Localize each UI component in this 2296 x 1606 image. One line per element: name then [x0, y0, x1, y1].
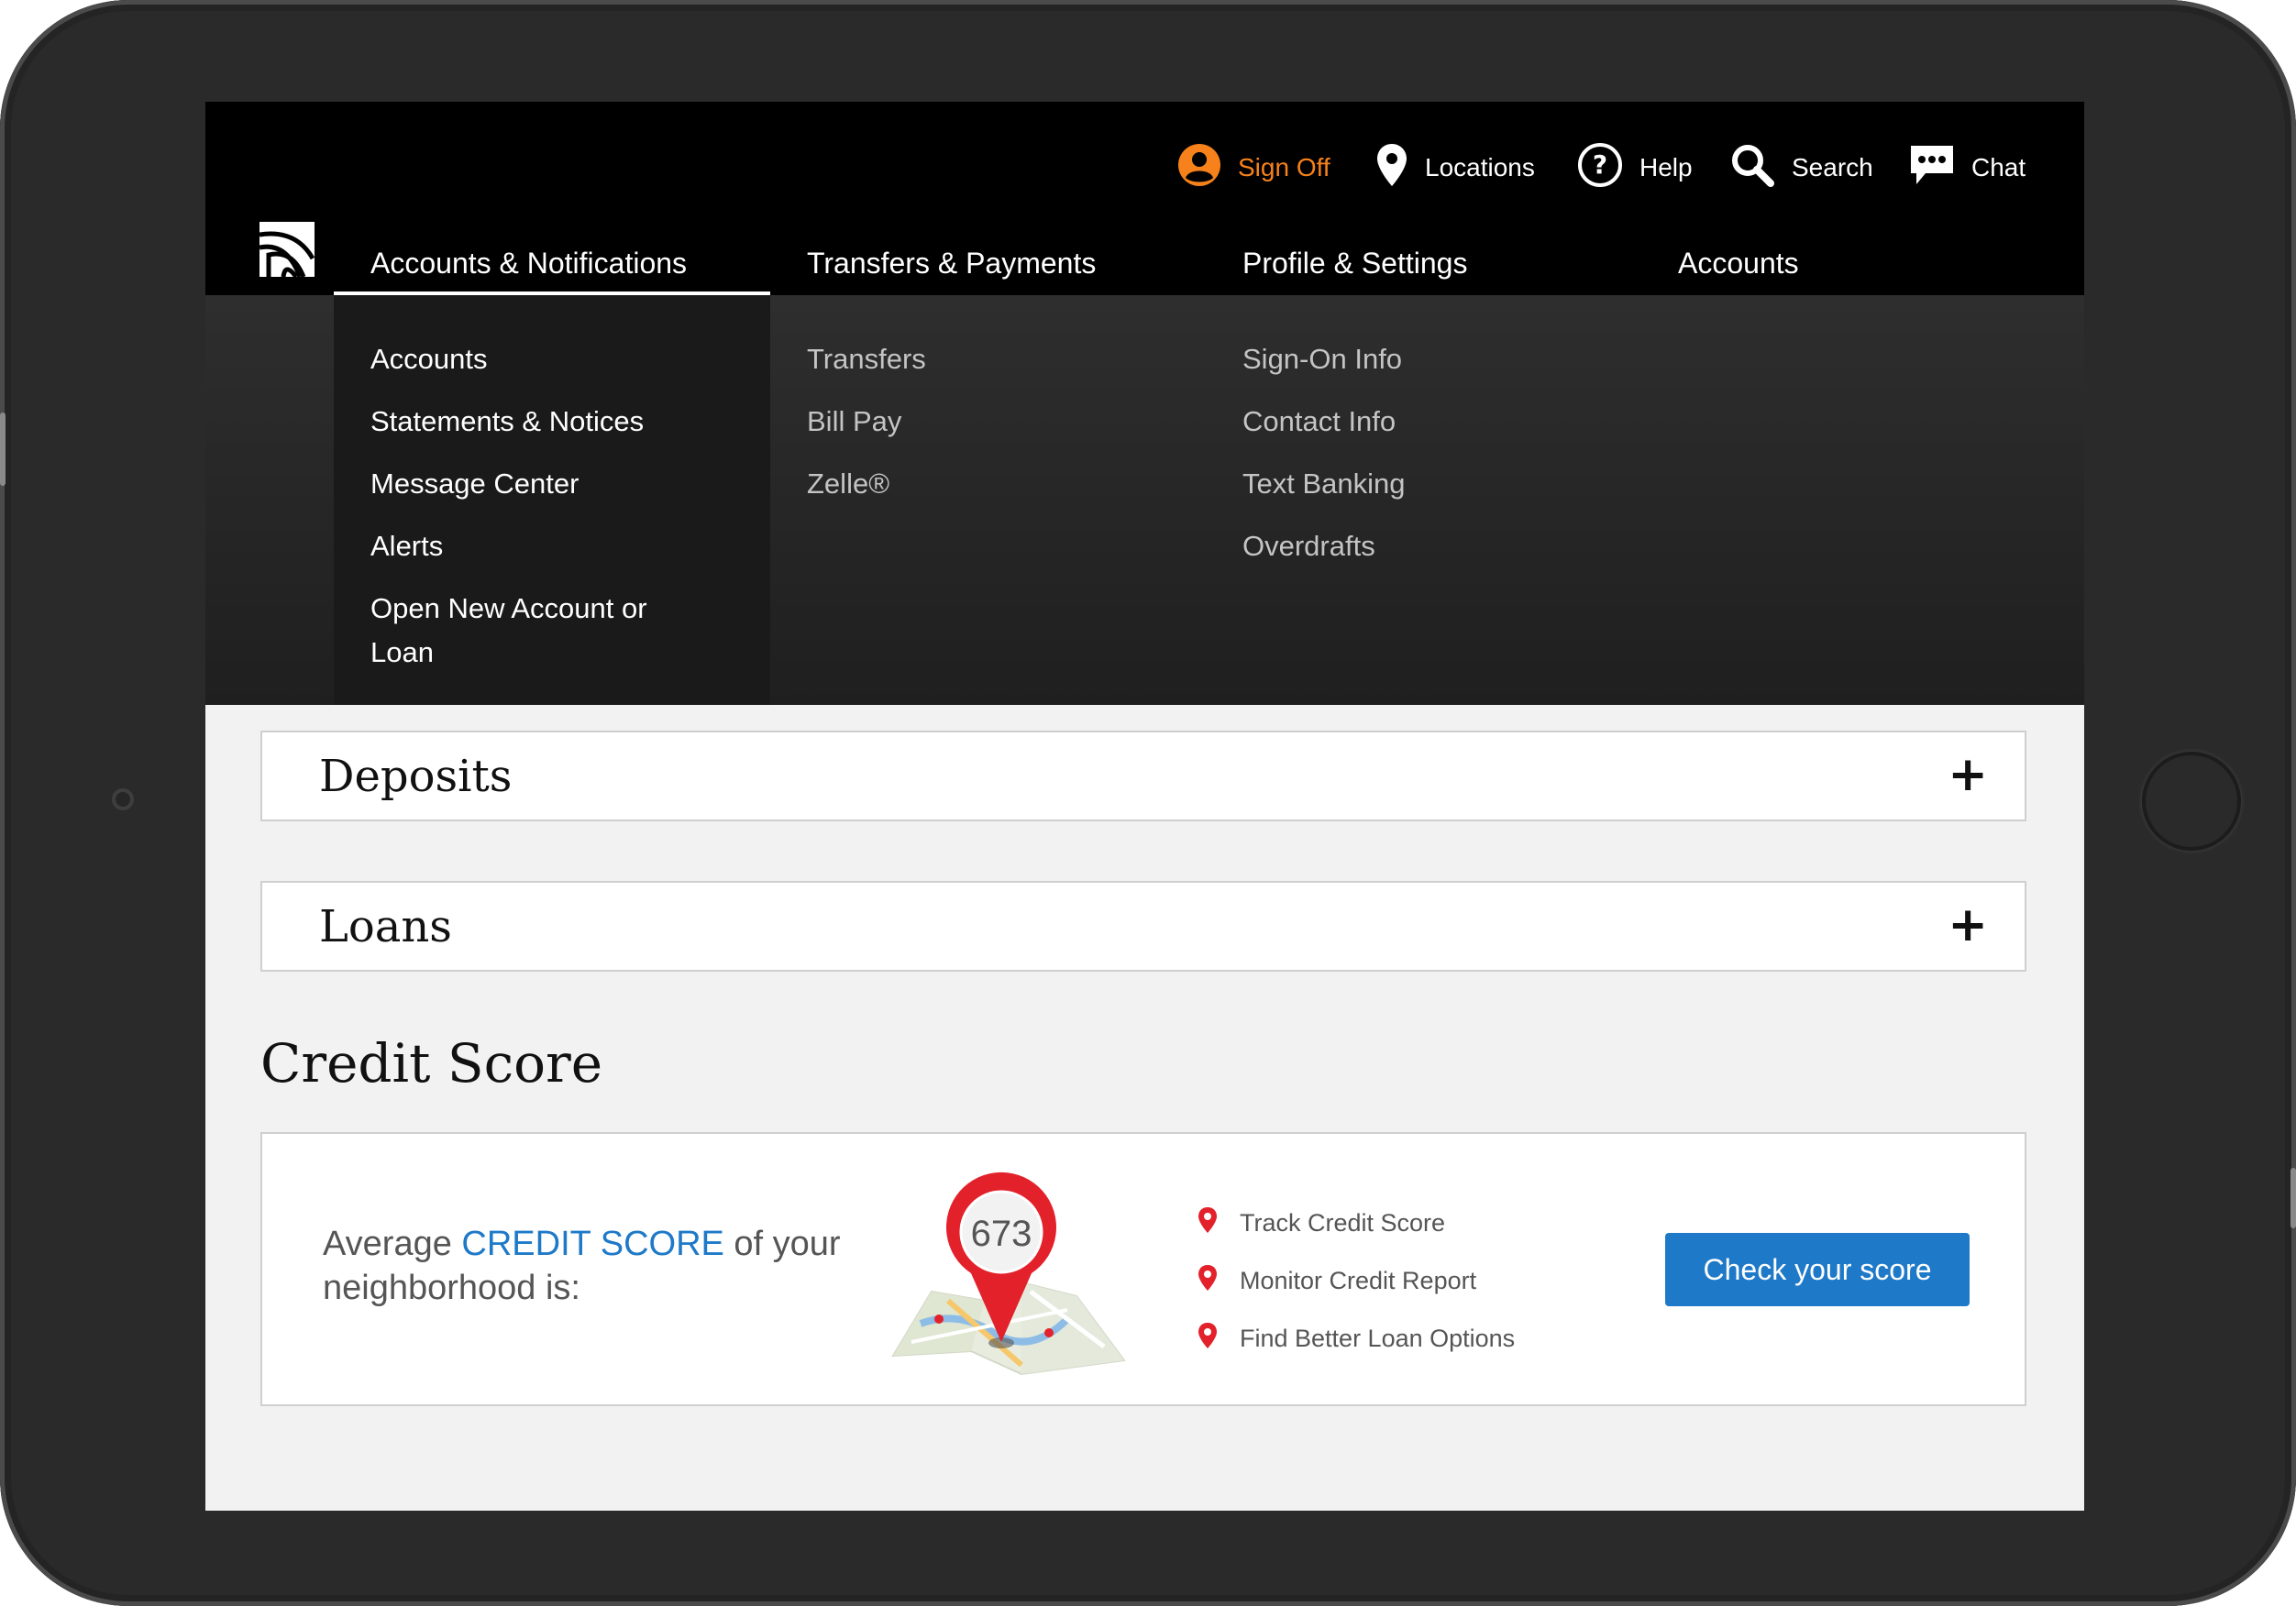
menu-item-bill-pay[interactable]: Bill Pay	[807, 400, 1155, 444]
chat-link[interactable]: Chat	[1909, 140, 2026, 195]
menu-item-sign-on-info[interactable]: Sign-On Info	[1242, 337, 1591, 381]
help-icon: ?	[1577, 142, 1623, 194]
credit-score-card: Average CREDIT SCORE of your neighborhoo…	[260, 1132, 2026, 1406]
tab-label: Accounts	[1678, 247, 1799, 280]
tablet-frame: Sign Off Locations ? Help Search Chat Ac…	[0, 0, 2296, 1606]
menu-item-open-account[interactable]: Open New Account or Loan	[370, 587, 682, 675]
menu-item-transfers[interactable]: Transfers	[807, 337, 1155, 381]
tab-transfers-payments[interactable]: Transfers & Payments	[807, 223, 1210, 296]
home-button	[2142, 752, 2241, 851]
search-icon	[1729, 142, 1775, 194]
tab-label: Transfers & Payments	[807, 247, 1097, 280]
help-label: Help	[1639, 153, 1693, 182]
chat-icon	[1909, 142, 1955, 194]
feature-label: Track Credit Score	[1240, 1209, 1446, 1237]
feature-item: Monitor Credit Report	[1198, 1252, 1515, 1310]
feature-label: Monitor Credit Report	[1240, 1267, 1477, 1294]
expand-icon[interactable]: +	[1948, 749, 1988, 800]
locations-label: Locations	[1425, 153, 1535, 182]
sign-off-link[interactable]: Sign Off	[1177, 140, 1330, 195]
menu-item-text-banking[interactable]: Text Banking	[1242, 462, 1591, 506]
credit-score-value: 673	[971, 1214, 1032, 1254]
menu-item-alerts[interactable]: Alerts	[370, 524, 719, 568]
menu-item-contact-info[interactable]: Contact Info	[1242, 400, 1591, 444]
feature-item: Find Better Loan Options	[1198, 1310, 1515, 1368]
expand-icon[interactable]: +	[1948, 899, 1988, 951]
locations-link[interactable]: Locations	[1375, 140, 1535, 195]
menu-item-overdrafts[interactable]: Overdrafts	[1242, 524, 1591, 568]
menu-item-accounts[interactable]: Accounts	[370, 337, 719, 381]
feature-label: Find Better Loan Options	[1240, 1325, 1516, 1352]
side-button	[0, 412, 6, 486]
user-icon	[1177, 143, 1221, 193]
map-pin-icon	[1198, 1206, 1218, 1240]
menu-item-statements[interactable]: Statements & Notices	[370, 400, 719, 444]
loans-accordion[interactable]: Loans +	[260, 881, 2026, 972]
mega-menu: Accounts Statements & Notices Message Ce…	[205, 295, 2084, 705]
svg-text:?: ?	[1593, 149, 1607, 180]
top-bar: Sign Off Locations ? Help Search Chat Ac…	[205, 102, 2084, 296]
check-score-button[interactable]: Check your score	[1665, 1233, 1970, 1306]
map-pin-icon	[1198, 1264, 1218, 1298]
chat-label: Chat	[1971, 153, 2026, 182]
tab-accounts[interactable]: Accounts	[1678, 223, 1953, 296]
menu-item-message-center[interactable]: Message Center	[370, 462, 719, 506]
side-button	[2290, 1168, 2296, 1228]
credit-score-heading: Credit Score	[260, 1032, 603, 1094]
tab-accounts-notifications[interactable]: Accounts & Notifications	[334, 223, 770, 296]
sign-off-label: Sign Off	[1238, 153, 1330, 182]
accordion-title: Loans	[319, 901, 452, 952]
camera	[112, 788, 134, 810]
neighborhood-map-graphic: 673	[884, 1163, 1131, 1383]
location-pin-icon	[1375, 142, 1408, 194]
tab-label: Accounts & Notifications	[370, 247, 688, 280]
brand-logo[interactable]	[259, 222, 315, 279]
average-credit-text: Average CREDIT SCORE of your neighborhoo…	[323, 1222, 873, 1310]
feature-item: Track Credit Score	[1198, 1194, 1515, 1252]
map-pin-icon	[1198, 1322, 1218, 1356]
avg-prefix: Average	[323, 1225, 462, 1263]
credit-features-list: Track Credit Score Monitor Credit Report…	[1198, 1194, 1515, 1368]
screen: Sign Off Locations ? Help Search Chat Ac…	[205, 102, 2084, 1511]
credit-score-link[interactable]: CREDIT SCORE	[461, 1225, 723, 1263]
deposits-accordion[interactable]: Deposits +	[260, 731, 2026, 821]
menu-item-zelle[interactable]: Zelle®	[807, 462, 1155, 506]
search-link[interactable]: Search	[1729, 140, 1873, 195]
tab-profile-settings[interactable]: Profile & Settings	[1242, 223, 1628, 296]
accordion-title: Deposits	[319, 751, 513, 802]
help-link[interactable]: ? Help	[1577, 140, 1693, 195]
tab-label: Profile & Settings	[1242, 247, 1468, 280]
search-label: Search	[1792, 153, 1873, 182]
